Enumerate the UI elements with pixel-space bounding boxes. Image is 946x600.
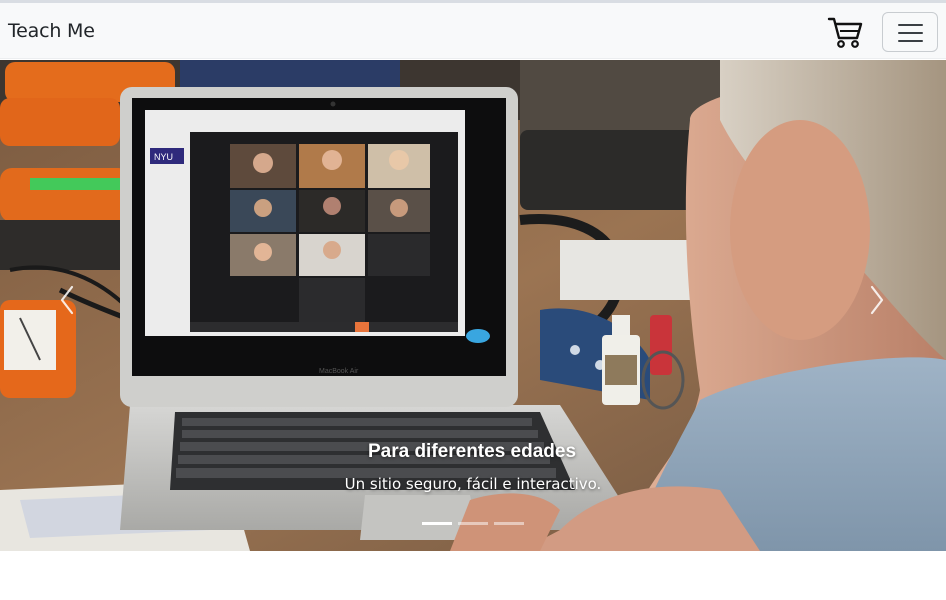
menu-toggle-button[interactable] xyxy=(882,12,938,52)
hero-carousel: NYU MacBook Air Para diferentes edades U… xyxy=(0,60,946,551)
navbar: Teach Me xyxy=(0,3,946,59)
carousel-indicator-2[interactable] xyxy=(458,522,488,525)
carousel-indicator-3[interactable] xyxy=(494,522,524,525)
chevron-left-icon xyxy=(60,285,74,315)
carousel-next-button[interactable] xyxy=(858,270,898,330)
shopping-cart-icon[interactable] xyxy=(826,15,864,51)
chevron-right-icon xyxy=(870,285,884,315)
carousel-prev-button[interactable] xyxy=(46,270,86,330)
hamburger-bar xyxy=(898,32,923,34)
slide-caption-subtitle: Un sitio seguro, fácil e interactivo. xyxy=(344,475,602,493)
hamburger-menu-icon xyxy=(898,24,923,26)
carousel-indicator-1[interactable] xyxy=(422,522,452,525)
hamburger-bar xyxy=(898,40,923,42)
brand-link[interactable]: Teach Me xyxy=(8,20,95,42)
slide-caption-title: Para diferentes edades xyxy=(367,441,577,462)
laptop-label: MacBook Air xyxy=(319,368,359,375)
screen-badge: NYU xyxy=(154,152,173,162)
